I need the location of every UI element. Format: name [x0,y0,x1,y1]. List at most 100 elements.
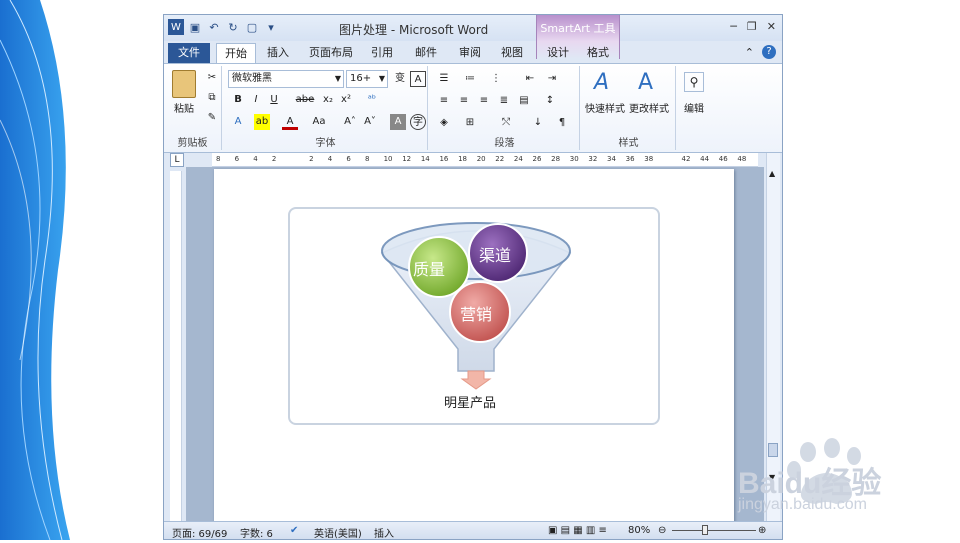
paste-icon[interactable] [172,70,196,98]
quick-access-toolbar: W ▣ ↶ ↻ ▢ ▾ [168,19,279,35]
format-painter-icon[interactable]: ✎ [204,110,220,126]
show-marks-icon[interactable]: ¶ [554,115,570,131]
tab-view[interactable]: 视图 [494,43,530,63]
new-document-icon[interactable]: ▢ [244,19,260,35]
font-size-combo[interactable]: 16+ ▼ [346,70,388,88]
increase-indent-icon[interactable]: ⇥ [544,71,560,87]
zoom-slider[interactable] [672,530,756,531]
tab-references[interactable]: 引用 [364,43,400,63]
ruler-tick-label: 2 [271,155,277,163]
quick-styles-icon[interactable]: A [594,70,609,95]
shrink-font-button[interactable]: A˅ [362,114,378,130]
help-icon[interactable]: ? [762,45,776,59]
clipboard-group-label: 剪贴板 [177,138,208,149]
editing-button[interactable]: 编辑 [678,100,710,115]
change-styles-icon[interactable]: A [638,70,653,95]
tab-selector[interactable]: L [170,153,184,167]
close-icon[interactable]: ✕ [767,20,776,33]
shading-icon[interactable]: ◈ [436,115,452,131]
font-name-combo[interactable]: 微软雅黑 ▼ [228,70,344,88]
redo-icon[interactable]: ↻ [225,19,241,35]
subscript-button[interactable]: x₂ [320,92,336,108]
group-styles: A 快速样式 A 更改样式 样式 [582,66,676,150]
minimize-ribbon-icon[interactable]: ⌃ [745,46,754,59]
language[interactable]: 英语(美国) [314,525,362,539]
superscript-button[interactable]: x² [338,92,354,108]
proofing-icon[interactable]: ✔ [290,525,298,536]
ruler-tick-label: 30 [569,155,579,163]
vertical-scrollbar[interactable]: ▲ ▼ [766,153,780,523]
view-buttons[interactable]: ▣ ▤ ▦ ▥ ≡ [548,525,607,536]
zoom-in-icon[interactable]: ⊕ [758,525,766,536]
case-button[interactable]: Aa [308,114,330,130]
zoom-slider-thumb[interactable] [702,525,708,535]
scroll-thumb[interactable] [768,443,778,457]
paste-button-label[interactable]: 粘贴 [168,100,200,115]
find-icon[interactable]: ⚲ [684,72,704,92]
align-left-icon[interactable]: ≡ [436,93,452,109]
decrease-indent-icon[interactable]: ⇤ [522,71,538,87]
borders-icon[interactable]: ⊞ [462,115,478,131]
minimize-icon[interactable]: ─ [730,20,737,33]
save-icon[interactable]: ▣ [187,19,203,35]
grow-font-button[interactable]: A˄ [342,114,358,130]
scroll-up-icon[interactable]: ▲ [769,169,775,178]
character-shading-icon[interactable]: A [390,114,406,130]
customize-qat-icon[interactable]: ▾ [263,19,279,35]
page-count[interactable]: 页面: 69/69 [172,525,227,539]
bubble-marketing-label: 营销 [460,305,493,324]
copy-icon[interactable]: ⧉ [204,90,220,106]
ribbon-tabs: 文件 开始 插入 页面布局 引用 邮件 审阅 视图 设计 格式 ⌃ ? [164,41,782,63]
tab-design[interactable]: 设计 [540,43,576,63]
tab-home[interactable]: 开始 [216,43,256,63]
distributed-icon[interactable]: ▤ [516,93,532,109]
multilevel-list-icon[interactable]: ⋮ [488,71,504,87]
word-count[interactable]: 字数: 6 [240,525,273,539]
italic-button[interactable]: I [248,92,264,108]
text-effects-icon[interactable]: A [230,114,246,130]
sort-icon[interactable]: ↓ [530,115,546,131]
justify-icon[interactable]: ≣ [496,93,512,109]
highlight-icon[interactable]: ab [254,114,270,130]
quick-styles-button[interactable]: 快速样式 [582,100,628,115]
horizontal-ruler[interactable]: 8 6 4 2 2 4 6 8 10 12 14 16 18 20 22 24 26 28 30 32 34 36 38 42… [212,153,758,167]
underline-button[interactable]: U [266,92,282,108]
bold-button[interactable]: B [230,92,246,108]
strikethrough-button[interactable]: abe [294,92,316,108]
change-case-icon[interactable]: ᵃᵇ [364,92,380,108]
align-center-icon[interactable]: ≡ [456,93,472,109]
tab-insert[interactable]: 插入 [260,43,296,63]
bubble-channel-label: 渠道 [479,246,512,265]
window-controls: ─ ❐ ✕ [730,20,776,33]
zoom-out-icon[interactable]: ⊖ [658,525,666,536]
chinese-layout-icon[interactable]: ⤲ [498,115,514,131]
tab-review[interactable]: 审阅 [452,43,488,63]
tab-page-layout[interactable]: 页面布局 [304,43,358,63]
ruler-tick-label: 6 [234,155,240,163]
enclose-characters-icon[interactable]: 字 [410,114,426,130]
ruler-tick-label: 42 [681,155,691,163]
tab-mailings[interactable]: 邮件 [408,43,444,63]
ruler-tick-label: 26 [532,155,542,163]
insert-mode[interactable]: 插入 [374,525,394,539]
tab-file[interactable]: 文件 [168,43,210,63]
clear-format-icon[interactable]: 变 [392,71,408,87]
cut-icon[interactable]: ✂ [204,70,220,86]
font-color-icon[interactable]: A [282,114,298,130]
tab-format[interactable]: 格式 [580,43,616,63]
ruler-tick-label: 18 [458,155,467,163]
scroll-down-icon[interactable]: ▼ [769,473,775,482]
restore-icon[interactable]: ❐ [747,20,757,33]
character-border-icon[interactable]: A [410,71,426,87]
bullets-icon[interactable]: ☰ [436,71,452,87]
change-styles-button[interactable]: 更改样式 [626,100,672,115]
styles-group-label: 样式 [618,138,639,149]
line-spacing-icon[interactable]: ↕ [542,93,558,109]
ribbon: 粘贴 ✂ ⧉ ✎ 剪贴板 微软雅黑 ▼ 16+ ▼ 变 A B I U abe x₂… [164,63,782,153]
numbering-icon[interactable]: ≔ [462,71,478,87]
vertical-ruler[interactable] [170,171,182,523]
ruler-tick-label: 12 [402,155,412,163]
align-right-icon[interactable]: ≡ [476,93,492,109]
zoom-level[interactable]: 80% [628,525,650,536]
undo-icon[interactable]: ↶ [206,19,222,35]
